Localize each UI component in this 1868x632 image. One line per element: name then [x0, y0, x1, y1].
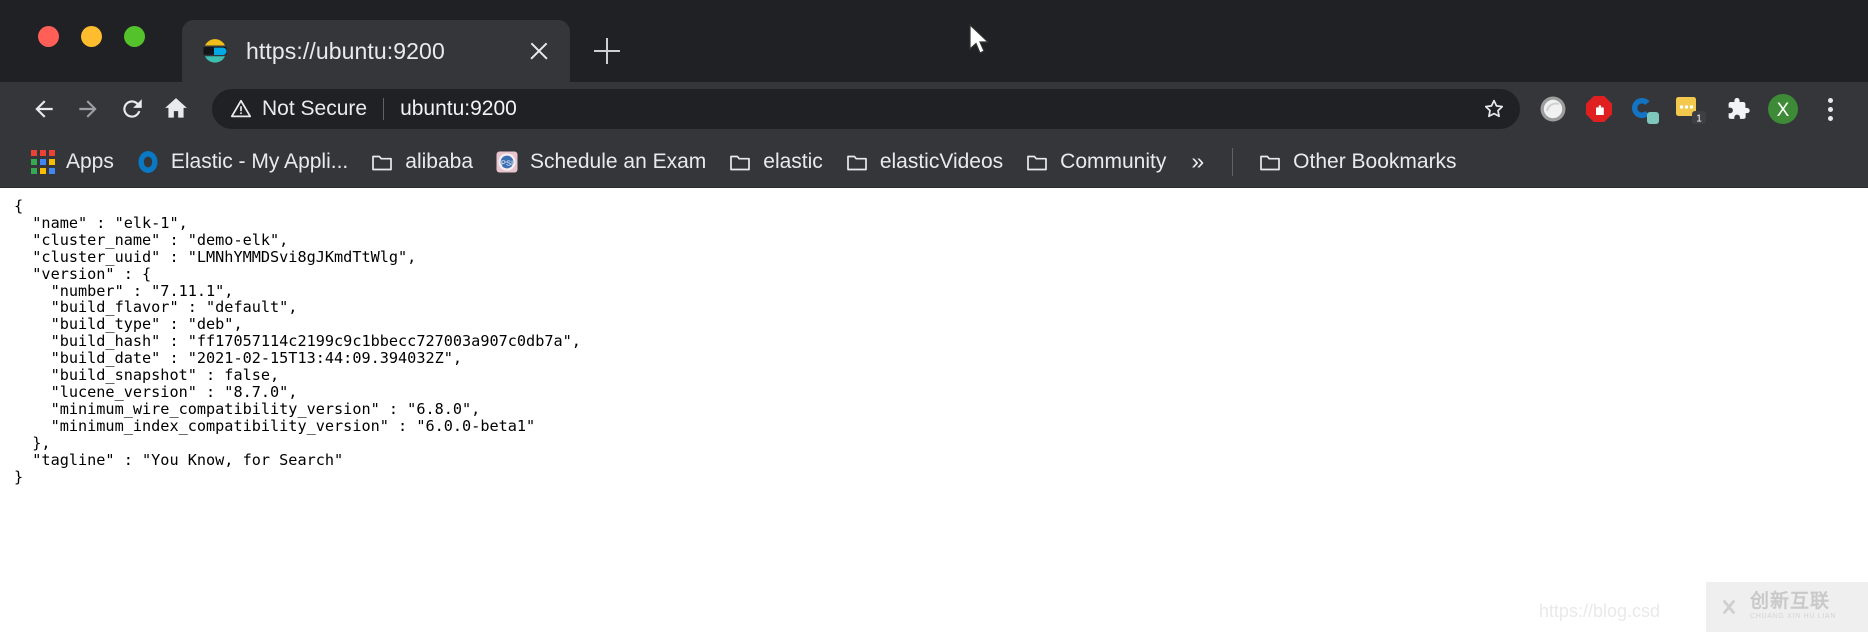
bookmark-other-bookmarks[interactable]: Other Bookmarks [1247, 143, 1467, 181]
bookmark-label: Community [1060, 150, 1166, 174]
elastic-ring-icon [136, 150, 160, 174]
browser-tab[interactable]: https://ubuntu:9200 [182, 20, 570, 82]
bookmark-label: Other Bookmarks [1293, 150, 1456, 174]
svg-text:PSI: PSI [501, 158, 513, 167]
bookmark-folder-elasticvideos[interactable]: elasticVideos [834, 143, 1014, 181]
folder-icon [845, 150, 869, 174]
minimize-window-button[interactable] [81, 26, 102, 47]
home-icon[interactable] [154, 87, 198, 131]
notes-badge-count: 1 [1696, 114, 1702, 125]
url-host: ubuntu:9200 [400, 97, 517, 120]
bookmarks-overflow-button[interactable]: » [1177, 148, 1218, 175]
mouse-cursor [968, 24, 992, 56]
folder-icon [1025, 150, 1049, 174]
bookmark-folder-alibaba[interactable]: alibaba [359, 143, 484, 181]
watermark-url: https://blog.csd [1539, 601, 1660, 622]
profile-avatar[interactable]: X [1760, 87, 1806, 131]
folder-icon [1258, 150, 1282, 174]
psi-icon: PSI [495, 150, 519, 174]
elastic-icon [200, 36, 230, 66]
browser-window: https://ubuntu:9200 [0, 0, 1868, 632]
profile-initial: X [1777, 100, 1790, 121]
new-tab-button[interactable] [590, 34, 624, 68]
tab-strip: https://ubuntu:9200 [0, 0, 1868, 82]
bookmarks-bar: Apps Elastic - My Appli... alibaba [0, 136, 1868, 188]
address-bar[interactable]: Not Secure ubuntu:9200 [212, 89, 1520, 129]
back-arrow-icon[interactable] [22, 87, 66, 131]
adblock-extension-icon[interactable] [1576, 87, 1622, 131]
folder-icon [728, 150, 752, 174]
bookmark-label: elasticVideos [880, 150, 1003, 174]
security-status-label: Not Secure [262, 97, 367, 121]
bookmark-folder-community[interactable]: Community [1014, 143, 1177, 181]
elasticsearch-root-json-response: { "name" : "elk-1", "cluster_name" : "de… [0, 188, 1868, 485]
page-content: { "name" : "elk-1", "cluster_name" : "de… [0, 188, 1868, 632]
bookmark-folder-elastic[interactable]: elastic [717, 143, 834, 181]
bookmark-label: Apps [66, 150, 114, 174]
three-dot-menu-icon[interactable] [1812, 87, 1848, 131]
url-text[interactable]: ubuntu:9200 [400, 97, 1476, 121]
bookmark-schedule-an-exam[interactable]: PSI Schedule an Exam [484, 143, 717, 181]
watermark-brand-pinyin: CHUANG XIN HU LIAN [1750, 612, 1836, 622]
cx-logo-icon [1714, 592, 1744, 622]
apps-grid-icon [31, 150, 55, 174]
bookmarks-divider [1232, 148, 1233, 176]
bookmark-elastic-my-applications[interactable]: Elastic - My Appli... [125, 143, 359, 181]
extensions-puzzle-icon[interactable] [1714, 87, 1760, 131]
close-tab-button[interactable] [524, 36, 554, 66]
bookmark-label: elastic [763, 150, 823, 174]
maximize-window-button[interactable] [124, 26, 145, 47]
grammarly-extension-icon[interactable] [1530, 87, 1576, 131]
bookmark-label: alibaba [405, 150, 473, 174]
watermark-brand: 创新互联 CHUANG XIN HU LIAN [1750, 592, 1836, 622]
forward-arrow-icon[interactable] [66, 87, 110, 131]
window-traffic-lights [38, 26, 145, 47]
reload-icon[interactable] [110, 87, 154, 131]
watermark-logo: 创新互联 CHUANG XIN HU LIAN [1706, 582, 1868, 632]
close-window-button[interactable] [38, 26, 59, 47]
omnibox-divider [383, 98, 384, 120]
bookmark-star-icon[interactable] [1476, 91, 1512, 127]
watermark-brand-cn: 创新互联 [1750, 592, 1836, 612]
browser-toolbar: Not Secure ubuntu:9200 [0, 82, 1868, 136]
tab-title: https://ubuntu:9200 [246, 38, 524, 65]
extension-icons: 1 X [1530, 87, 1806, 131]
clockify-extension-icon[interactable] [1622, 87, 1668, 131]
bookmark-label: Schedule an Exam [530, 150, 706, 174]
notes-extension-icon[interactable]: 1 [1668, 87, 1714, 131]
not-secure-warning-icon [230, 98, 252, 120]
bookmark-apps[interactable]: Apps [20, 143, 125, 181]
folder-icon [370, 150, 394, 174]
bookmark-label: Elastic - My Appli... [171, 150, 348, 174]
